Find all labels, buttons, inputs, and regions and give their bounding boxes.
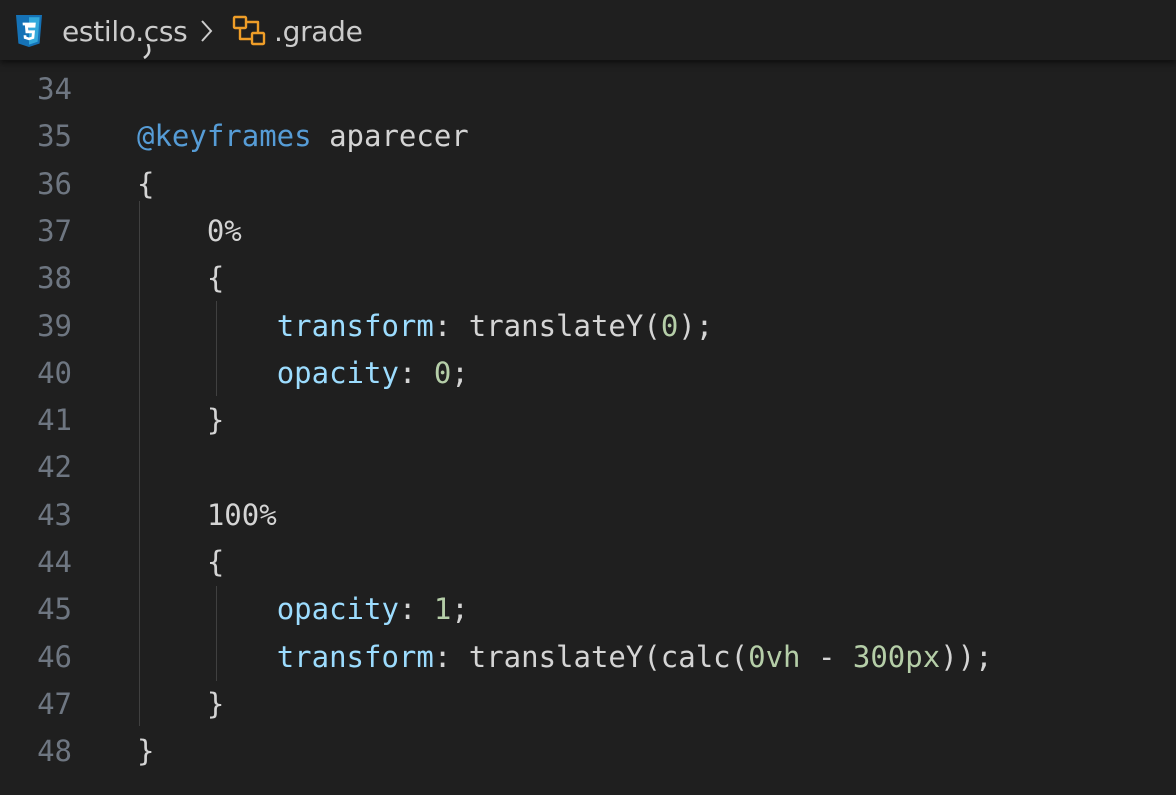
code-line[interactable]: 45 opacity: 1;: [0, 586, 1176, 633]
line-code: }: [137, 728, 154, 775]
code-line[interactable]: 36 {: [0, 161, 1176, 208]
line-number: 47: [37, 686, 72, 721]
line-number: 43: [37, 497, 72, 532]
breadcrumb-symbol-name[interactable]: .grade: [274, 13, 363, 51]
code-token: 100%: [137, 497, 277, 532]
code-token: ;: [451, 355, 469, 390]
clipped-code-glyph: [143, 44, 151, 60]
code-line[interactable]: 40 opacity: 0;: [0, 350, 1176, 397]
code-token: 0vh: [748, 639, 801, 674]
line-number: 42: [37, 450, 72, 485]
code-token: : translateY(: [433, 308, 661, 343]
line-number: 45: [37, 592, 72, 627]
line-code: }: [137, 397, 224, 444]
line-number: 34: [37, 72, 72, 106]
chevron-right-icon: [201, 20, 213, 42]
line-number: 46: [37, 639, 72, 674]
code-token: );: [678, 308, 714, 343]
code-token: :: [398, 355, 434, 390]
code-line[interactable]: 44 {: [0, 539, 1176, 586]
code-line[interactable]: 35 @keyframes aparecer: [0, 113, 1176, 160]
code-token: {: [137, 166, 155, 201]
line-code: opacity: 1;: [137, 586, 469, 633]
code-token: opacity: [276, 592, 399, 627]
code-token: }: [137, 686, 225, 721]
code-token: 0%: [137, 213, 242, 248]
code-token: :: [398, 592, 434, 627]
line-number: 40: [37, 355, 72, 390]
css3-file-icon[interactable]: [14, 14, 44, 48]
line-code: {: [137, 161, 154, 208]
code-line[interactable]: 34: [0, 66, 1176, 113]
line-code: {: [137, 255, 224, 302]
line-number: 44: [37, 545, 72, 579]
code-token: 0: [433, 355, 452, 390]
code-line[interactable]: 39 transform: translateY(0);: [0, 303, 1176, 350]
line-code: {: [137, 539, 224, 586]
line-code: 100%: [137, 492, 277, 539]
code-token: }: [137, 734, 155, 769]
code-line[interactable]: 37 0%: [0, 208, 1176, 255]
code-line[interactable]: 46 transform: translateY(calc(0vh - 300p…: [0, 634, 1176, 681]
code-line[interactable]: 43 100%: [0, 492, 1176, 539]
line-number: 36: [37, 166, 72, 201]
line-number: 48: [37, 734, 72, 769]
line-code: transform: translateY(0);: [137, 303, 714, 350]
line-number: 37: [37, 213, 72, 248]
line-code: 0%: [137, 208, 242, 255]
line-number: 35: [37, 119, 72, 154]
code-token: : translateY(calc(: [433, 639, 749, 674]
code-token: {: [137, 545, 225, 579]
code-token: 0: [660, 308, 679, 343]
code-token: aparecer: [311, 119, 469, 154]
css-selector-symbol-icon[interactable]: [231, 14, 267, 48]
line-code: }: [137, 681, 224, 728]
line-number: 41: [37, 403, 72, 438]
code-token: @keyframes: [137, 119, 312, 154]
code-token: transform: [276, 639, 434, 674]
line-code: opacity: 0;: [137, 350, 469, 397]
code-editor[interactable]: estilo.css .grade 34 35 @keyframes aparece…: [0, 0, 1176, 795]
code-token: transform: [276, 308, 434, 343]
line-number: 39: [37, 308, 72, 343]
code-token: -: [800, 639, 853, 674]
line-code: @keyframes aparecer: [137, 113, 469, 160]
code-line[interactable]: 38 {: [0, 255, 1176, 302]
code-line[interactable]: 47 }: [0, 681, 1176, 728]
code-token: {: [137, 261, 225, 296]
code-line[interactable]: 48}: [0, 728, 1176, 775]
code-line[interactable]: 42: [0, 444, 1176, 491]
breadcrumb: estilo.css .grade: [0, 0, 1176, 60]
code-area[interactable]: 34 35 @keyframes aparecer 36{37 0% 38 {39 tr…: [0, 66, 1176, 795]
code-line[interactable]: 41 }: [0, 397, 1176, 444]
breadcrumb-file-name[interactable]: estilo.css: [62, 13, 188, 51]
line-number: 38: [37, 261, 72, 296]
code-token: }: [137, 403, 225, 438]
code-token: ;: [451, 592, 469, 627]
code-token: opacity: [276, 355, 399, 390]
code-token: 300px: [852, 639, 941, 674]
code-token: ));: [940, 639, 993, 674]
code-token: 1: [433, 592, 452, 627]
line-code: transform: translateY(calc(0vh - 300px))…: [137, 634, 993, 681]
